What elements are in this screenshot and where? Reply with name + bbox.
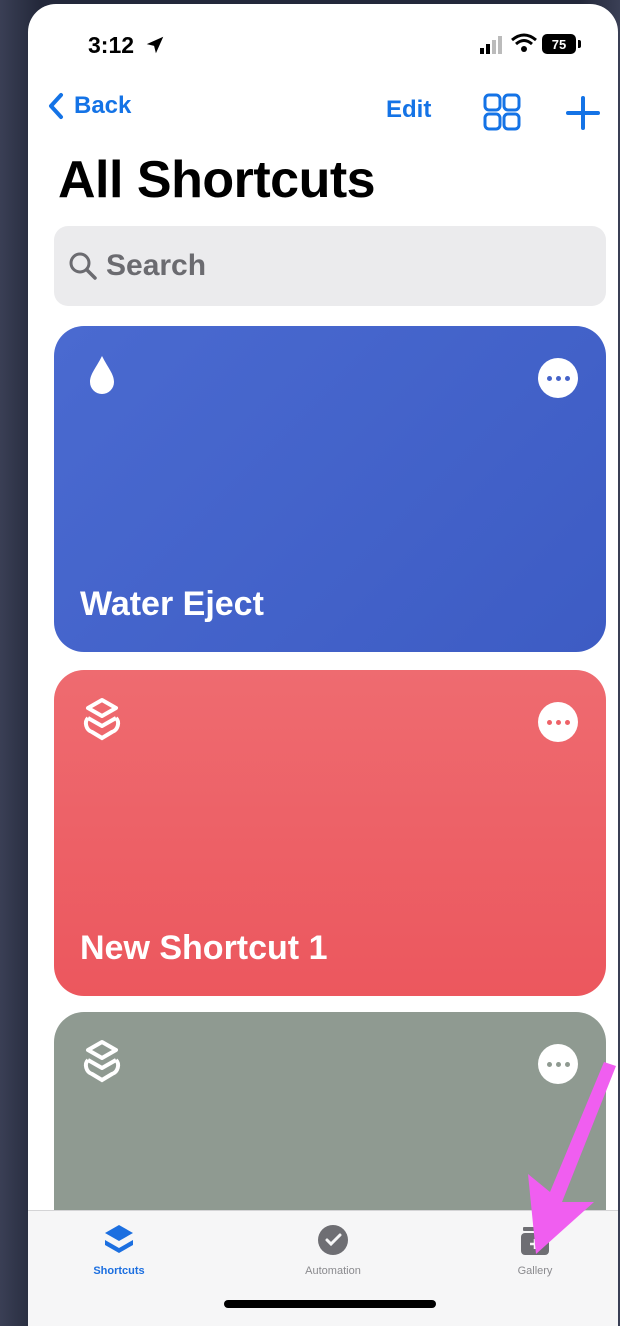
wifi-icon [511, 33, 537, 52]
shortcuts-layers-icon [83, 1040, 121, 1083]
search-field[interactable]: Search [54, 226, 606, 306]
annotation-arrow-icon [528, 1062, 616, 1254]
grid-view-icon[interactable] [482, 92, 522, 132]
navigation-bar: Back Edit [28, 88, 618, 138]
status-bar: 3:12 75 [28, 4, 618, 84]
more-options-button[interactable] [538, 702, 578, 742]
shortcut-name: Water Eject [80, 585, 264, 623]
chevron-left-icon [49, 93, 63, 119]
shortcut-card-new-shortcut-1[interactable]: New Shortcut 1 [54, 670, 606, 996]
page-title: All Shortcuts [58, 151, 376, 209]
tab-automation[interactable]: Automation [268, 1221, 398, 1277]
search-placeholder: Search [106, 249, 207, 282]
tab-label: Gallery [517, 1265, 553, 1277]
drop-icon [90, 356, 114, 394]
cellular-signal-icon [480, 36, 502, 54]
more-options-button[interactable] [538, 358, 578, 398]
back-button[interactable]: Back [46, 92, 131, 120]
home-indicator [224, 1300, 436, 1308]
tab-shortcuts[interactable]: Shortcuts [54, 1221, 184, 1277]
tab-label: Automation [305, 1265, 361, 1277]
location-arrow-icon [146, 36, 164, 54]
shortcuts-layers-icon [83, 698, 121, 741]
shortcuts-stack-icon [105, 1225, 133, 1253]
add-shortcut-plus-icon[interactable] [564, 94, 602, 132]
clock-check-icon [318, 1225, 348, 1255]
shortcut-name: New Shortcut 1 [80, 929, 328, 967]
search-icon [69, 252, 97, 280]
tab-label: Shortcuts [93, 1265, 145, 1277]
status-time: 3:12 [88, 32, 135, 58]
battery-indicator: 75 [542, 34, 581, 54]
shortcut-card-water-eject[interactable]: Water Eject [54, 326, 606, 652]
edit-button[interactable]: Edit [386, 96, 431, 124]
back-label: Back [74, 92, 132, 119]
